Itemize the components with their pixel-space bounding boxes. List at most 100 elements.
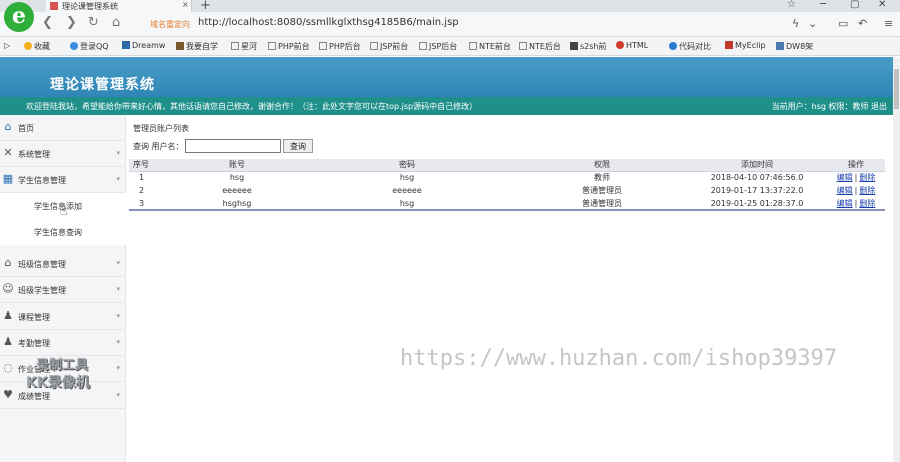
address-url[interactable]: http://localhost:8080/ssmllkglxthsg4185B… xyxy=(198,17,459,28)
reload-icon[interactable]: ↻ xyxy=(88,15,99,30)
sidebar-subitem-label: 学生信息查询 xyxy=(34,228,82,237)
forward-icon[interactable]: ❯ xyxy=(66,15,77,30)
bookmark-item[interactable]: HTML xyxy=(616,41,648,50)
chevron-down-icon: ▾ xyxy=(116,285,120,293)
site-title: 理论课管理系统 xyxy=(50,77,155,93)
close-window-icon[interactable]: ✕ xyxy=(878,0,886,10)
home-icon: ⌂ xyxy=(4,120,12,133)
edit-link[interactable]: 编辑 xyxy=(837,199,853,208)
cell-actions: 编辑 | 删除 xyxy=(827,171,885,184)
undo-icon[interactable]: ↶ xyxy=(858,17,867,30)
bookmark-item[interactable]: MyEclip xyxy=(725,41,766,50)
username-search-input[interactable] xyxy=(185,139,281,153)
back-icon[interactable]: ❮ xyxy=(42,15,53,30)
action-separator: | xyxy=(854,173,858,183)
bookmark-item[interactable]: 登录QQ xyxy=(70,41,109,52)
bookmark-item[interactable]: s2sh前 xyxy=(570,41,607,52)
page-icon xyxy=(370,42,378,50)
tab-close-icon[interactable]: × xyxy=(182,0,189,9)
page-icon xyxy=(469,42,477,50)
page-icon xyxy=(231,42,239,50)
browser-toolbar: ❮ ❯ ↻ ⌂ 域名重定向 http://localhost:8080/ssml… xyxy=(0,12,900,37)
chevron-down-icon: ▾ xyxy=(116,149,120,157)
browser-tab[interactable]: 理论课管理系统 × xyxy=(46,0,192,12)
sidebar-subitem-label: 学生信息添加 xyxy=(34,202,82,211)
sidebar-item-courses[interactable]: ♟ 课程管理 ▾ xyxy=(0,304,126,330)
chevron-down-icon: ▾ xyxy=(116,338,120,346)
bookmark-item[interactable]: JSP前台 xyxy=(370,41,408,52)
cell-password: hsg xyxy=(399,173,415,183)
search-form: 查询 用户名： 查询 xyxy=(133,139,893,153)
edit-link[interactable]: 编辑 xyxy=(837,173,853,182)
tools-icon: ✕ xyxy=(3,146,13,159)
sidebar-item-class-info[interactable]: ⌂ 班级信息管理 ▾ xyxy=(0,251,126,277)
sidebar-item-label: 考勤管理 xyxy=(18,339,50,348)
home-icon xyxy=(776,42,784,50)
recorder-watermark: 录制工具 KK录像机 xyxy=(26,354,116,396)
user-icon: ♟ xyxy=(3,335,13,348)
sidebar-subitem-student-query[interactable]: 学生信息查询 xyxy=(0,219,126,245)
page-title: 管理员账户列表 xyxy=(133,124,189,133)
cell-time: 2019-01-25 01:28:37.0 xyxy=(710,198,804,208)
bookmark-item[interactable]: JSP后台 xyxy=(419,41,457,52)
sidebar-item-label: 班级信息管理 xyxy=(18,260,66,269)
chevron-down-icon: ▾ xyxy=(116,364,120,372)
sidebar-toggle-icon[interactable]: ▷ xyxy=(4,41,10,50)
page-scrollbar[interactable] xyxy=(893,57,900,462)
browser-tab-strip: 理论课管理系统 × + ☆ ─ ▢ ✕ xyxy=(0,0,900,13)
scrollbar-thumb[interactable] xyxy=(894,69,899,109)
star-icon xyxy=(24,42,32,50)
bookmark-item[interactable]: DW8架 xyxy=(776,41,813,52)
sidebar: ⌂ 首页 ✕ 系统管理 ▾ ▦ 学生信息管理 ▾ 学生信息添加 学生信息查询 ⌂… xyxy=(0,115,126,462)
bookmark-item[interactable]: NTE后台 xyxy=(519,41,561,52)
bookmark-item[interactable]: Dreamw xyxy=(122,41,165,50)
bookmark-item[interactable]: 代码对比 xyxy=(669,41,711,52)
favorite-star-icon[interactable]: ☆ xyxy=(787,0,796,10)
cell-id: 3 xyxy=(139,198,145,208)
table-row: 2 eeeeee eeeeee 普通管理员 2019-01-17 13:37:2… xyxy=(129,184,885,197)
sidebar-item-student-info[interactable]: ▦ 学生信息管理 ▾ xyxy=(0,167,126,193)
chevron-down-icon[interactable]: ⌄ xyxy=(808,17,817,30)
address-bar[interactable]: 域名重定向 http://localhost:8080/ssmllkglxths… xyxy=(140,16,800,33)
page-icon xyxy=(319,42,327,50)
reader-icon[interactable]: ▭ xyxy=(838,17,848,30)
minimize-icon[interactable]: ─ xyxy=(820,0,826,10)
sidebar-item-home[interactable]: ⌂ 首页 xyxy=(0,115,126,141)
bookmark-item[interactable]: NTE前台 xyxy=(469,41,511,52)
lightning-icon[interactable]: ϟ xyxy=(792,17,799,30)
bookmark-item[interactable]: 收藏 xyxy=(24,41,50,52)
delete-link[interactable]: 删除 xyxy=(859,199,875,208)
column-header: 密码 xyxy=(297,159,517,172)
bookmark-item[interactable]: PHP前台 xyxy=(268,41,310,52)
page-favicon-icon xyxy=(50,2,58,10)
cell-account: eeeeee xyxy=(222,186,252,195)
sidebar-item-attendance[interactable]: ♟ 考勤管理 ▾ xyxy=(0,330,126,356)
home-icon[interactable]: ⌂ xyxy=(112,15,120,30)
bookmark-item[interactable]: 我要自学 xyxy=(176,41,218,52)
bookmark-item[interactable]: 星河 xyxy=(231,41,257,52)
search-button[interactable]: 查询 xyxy=(283,139,313,153)
chevron-down-icon: ▾ xyxy=(116,391,120,399)
chevron-down-icon: ▾ xyxy=(116,259,120,267)
delete-link[interactable]: 删除 xyxy=(859,173,875,182)
user-icon: ♟ xyxy=(3,309,13,322)
page-icon xyxy=(570,42,578,50)
action-separator: | xyxy=(854,186,858,195)
notice-bar: 欢迎登陆我站，希望能给你带来好心情，其他话语请您自己修改，谢谢合作！（注：此处文… xyxy=(0,97,893,115)
maximize-icon[interactable]: ▢ xyxy=(850,0,859,10)
watermark-text: https://www.huzhan.com/ishop39397 xyxy=(400,346,838,371)
bookmark-item[interactable]: PHP后台 xyxy=(319,41,361,52)
cell-account: hsghsg xyxy=(222,198,252,208)
sidebar-item-label: 学生信息管理 xyxy=(18,176,66,185)
user-info[interactable]: 当前用户：hsg 权限：教师 退出 xyxy=(772,101,887,112)
menu-icon[interactable]: ≡ xyxy=(884,17,893,30)
compare-icon xyxy=(669,42,677,50)
delete-link[interactable]: 删除 xyxy=(859,186,875,195)
cell-time: 2018-04-10 07:46:56.0 xyxy=(710,173,804,183)
qq-icon xyxy=(70,42,78,50)
cell-actions: 编辑 | 删除 xyxy=(827,184,885,197)
edit-link[interactable]: 编辑 xyxy=(837,186,853,195)
recorder-line2: KK录像机 xyxy=(26,375,90,391)
sidebar-item-class-students[interactable]: ☺ 班级学生管理 ▾ xyxy=(0,277,126,303)
sidebar-item-system[interactable]: ✕ 系统管理 ▾ xyxy=(0,141,126,167)
